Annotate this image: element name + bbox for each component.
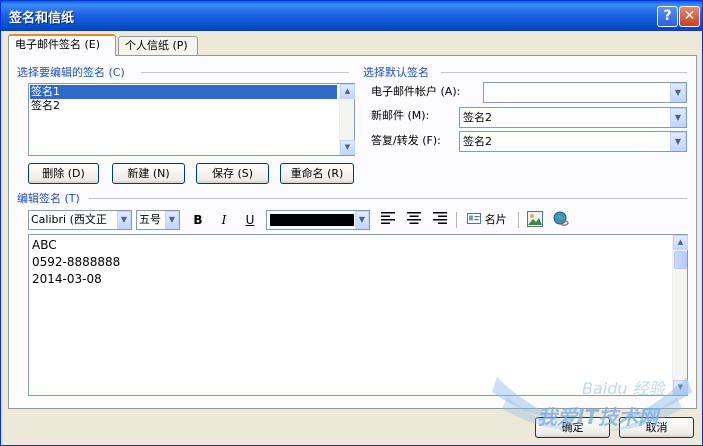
font-size-value: 五号: [139, 213, 161, 226]
tab-personal-stationery[interactable]: 个人信纸 (P): [118, 36, 198, 56]
toolbar-separator: [456, 212, 457, 228]
edit-signature-label: 编辑签名 (T): [17, 192, 80, 205]
save-button[interactable]: 保存 (S): [196, 163, 269, 184]
signatures-dialog: 签名和信纸 ? ✕ 电子邮件签名 (E) 个人信纸 (P) 选择要编辑的签名 (…: [0, 0, 703, 446]
new-messages-label: 新邮件 (M):: [371, 109, 430, 122]
list-scrollbar[interactable]: ▲ ▼: [339, 84, 355, 155]
ok-button[interactable]: 确定: [535, 417, 610, 438]
align-right-button[interactable]: [430, 210, 450, 230]
scroll-up-icon[interactable]: ▲: [340, 84, 355, 99]
close-button[interactable]: ✕: [679, 6, 700, 27]
help-button[interactable]: ?: [657, 6, 678, 27]
chevron-down-icon[interactable]: ▼: [670, 108, 686, 127]
business-card-icon: [467, 213, 482, 224]
editor-scrollbar[interactable]: ▲ ▼: [672, 235, 688, 395]
align-left-button[interactable]: [378, 210, 398, 230]
rename-button[interactable]: 重命名 (R): [280, 163, 354, 184]
delete-button[interactable]: 删除 (D): [28, 163, 99, 184]
chevron-down-icon[interactable]: ▼: [117, 211, 131, 229]
align-right-icon: [433, 212, 447, 224]
scroll-up-icon[interactable]: ▲: [673, 235, 688, 250]
cancel-button[interactable]: 取消: [619, 417, 694, 438]
title-bar: 签名和信纸 ? ✕: [1, 1, 702, 31]
group-divider: [441, 72, 687, 73]
insert-picture-button[interactable]: [524, 210, 546, 230]
new-messages-select[interactable]: 签名2 ▼: [459, 107, 687, 128]
window-title: 签名和信纸: [9, 11, 75, 26]
new-messages-value: 签名2: [463, 111, 492, 124]
align-center-icon: [407, 212, 421, 224]
font-color-select[interactable]: ▼: [266, 210, 370, 230]
chevron-down-icon[interactable]: ▼: [165, 211, 179, 229]
scroll-down-icon[interactable]: ▼: [673, 380, 688, 395]
list-item[interactable]: 签名2: [30, 99, 60, 113]
list-item[interactable]: 签名1: [30, 85, 337, 99]
replies-label: 答复/转发 (F):: [371, 134, 441, 147]
tab-email-signature[interactable]: 电子邮件签名 (E): [8, 34, 116, 56]
signature-line: 0592-8888888: [32, 255, 121, 269]
account-select[interactable]: ▼: [483, 82, 687, 103]
align-center-button[interactable]: [404, 210, 424, 230]
insert-hyperlink-button[interactable]: [550, 210, 572, 230]
select-signature-label: 选择要编辑的签名 (C): [17, 66, 125, 79]
hyperlink-globe-icon: [553, 211, 569, 226]
font-value: Calibri (西文正: [31, 213, 107, 226]
font-select[interactable]: Calibri (西文正 ▼: [28, 210, 132, 230]
replies-value: 签名2: [463, 135, 492, 148]
scroll-down-icon[interactable]: ▼: [340, 140, 355, 155]
chevron-down-icon[interactable]: ▼: [355, 211, 369, 229]
group-divider: [89, 198, 687, 199]
account-label: 电子邮件帐户 (A):: [371, 85, 461, 98]
italic-button[interactable]: I: [214, 210, 234, 230]
format-toolbar: Calibri (西文正 ▼ 五号 ▼ B I U ▼ 名片: [28, 209, 688, 231]
chevron-down-icon[interactable]: ▼: [670, 132, 686, 151]
scroll-thumb[interactable]: [674, 251, 687, 269]
color-swatch: [270, 214, 354, 226]
signature-line: ABC: [32, 238, 57, 252]
new-button[interactable]: 新建 (N): [112, 163, 185, 184]
align-left-icon: [381, 212, 395, 224]
underline-button[interactable]: U: [240, 210, 260, 230]
signature-editor[interactable]: ABC 0592-8888888 2014-03-08 ▲ ▼: [28, 234, 688, 396]
font-size-select[interactable]: 五号 ▼: [136, 210, 180, 230]
tab-panel: 选择要编辑的签名 (C) 签名1 签名2 ▲ ▼ 删除 (D) 新建 (N) 保…: [8, 55, 697, 409]
toolbar-separator: [518, 212, 519, 228]
bold-button[interactable]: B: [188, 210, 208, 230]
business-card-label: 名片: [484, 213, 507, 226]
picture-icon: [527, 211, 543, 227]
signature-list[interactable]: 签名1 签名2 ▲ ▼: [28, 83, 355, 156]
default-signature-label: 选择默认签名: [363, 66, 429, 79]
signature-line: 2014-03-08: [32, 272, 102, 286]
business-card-button[interactable]: 名片: [462, 210, 512, 230]
group-divider: [141, 72, 349, 73]
replies-select[interactable]: 签名2 ▼: [459, 131, 687, 152]
chevron-down-icon[interactable]: ▼: [670, 83, 686, 102]
